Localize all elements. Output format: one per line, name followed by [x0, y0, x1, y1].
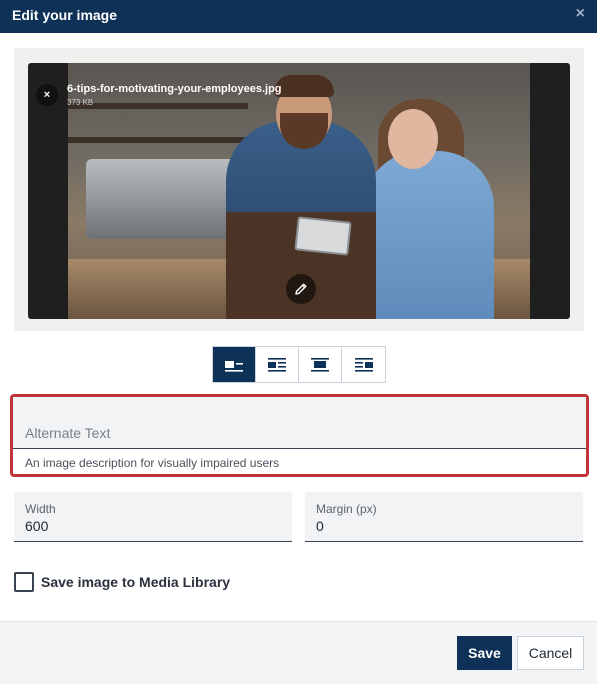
alignment-toolbar	[212, 346, 386, 383]
align-center-icon	[311, 357, 329, 372]
align-left-wrap-button[interactable]	[256, 347, 299, 382]
margin-field: Margin (px)	[305, 492, 583, 542]
man-hair	[274, 75, 334, 97]
pencil-icon	[295, 283, 307, 295]
align-right-wrap-button[interactable]	[342, 347, 385, 382]
coffee-machine	[86, 159, 246, 239]
alt-text-help: An image description for visually impair…	[25, 456, 280, 470]
align-left-button[interactable]	[213, 347, 256, 382]
image-preview-area: × 6-tips-for-motivating-your-employees.j…	[14, 48, 584, 331]
align-center-button[interactable]	[299, 347, 342, 382]
margin-input[interactable]	[316, 517, 571, 535]
dialog-title: Edit your image	[12, 7, 118, 23]
width-label: Width	[25, 502, 56, 516]
dialog-header: Edit your image ×	[0, 0, 597, 33]
cancel-button[interactable]: Cancel	[517, 636, 584, 670]
align-right-wrap-icon	[354, 357, 373, 372]
file-size: 373 KB	[67, 98, 94, 107]
image-preview: × 6-tips-for-motivating-your-employees.j…	[28, 63, 570, 319]
align-left-icon	[225, 360, 243, 372]
alt-text-input[interactable]	[13, 397, 586, 449]
alt-text-field-group: An image description for visually impair…	[10, 394, 589, 477]
file-name: 6-tips-for-motivating-your-employees.jpg	[67, 83, 282, 95]
media-library-label[interactable]: Save image to Media Library	[41, 574, 230, 590]
align-left-wrap-icon	[268, 357, 286, 372]
woman-figure	[364, 151, 494, 319]
save-button[interactable]: Save	[457, 636, 512, 670]
close-icon[interactable]: ×	[576, 5, 585, 23]
width-input[interactable]	[25, 517, 280, 535]
shelf	[68, 137, 248, 143]
shelf	[68, 103, 248, 109]
tablet	[294, 216, 352, 256]
edit-image-button[interactable]	[286, 274, 316, 304]
remove-file-icon[interactable]: ×	[36, 84, 58, 106]
woman-head	[388, 109, 438, 169]
media-library-checkbox[interactable]	[14, 572, 34, 592]
width-field: Width	[14, 492, 292, 542]
margin-label: Margin (px)	[316, 502, 377, 516]
